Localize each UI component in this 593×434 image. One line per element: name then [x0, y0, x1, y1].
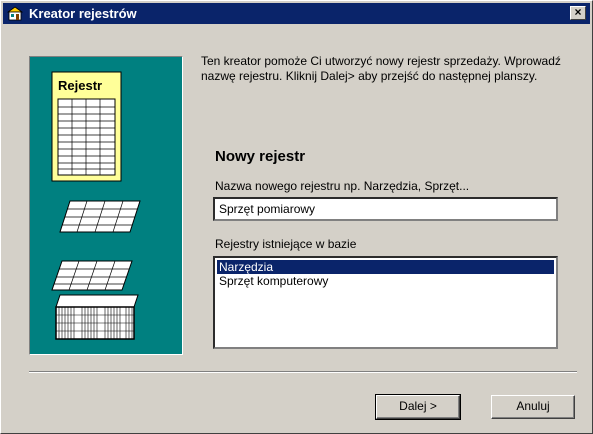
close-icon: ×	[574, 5, 582, 19]
wizard-illustration: Rejestr	[29, 56, 183, 355]
next-button[interactable]: Dalej >	[375, 394, 461, 420]
section-heading: Nowy rejestr	[215, 148, 306, 165]
list-item[interactable]: Narzędzia	[217, 260, 554, 274]
cancel-button[interactable]: Anuluj	[491, 395, 575, 419]
name-label: Nazwa nowego rejestru np. Narzędzia, Spr…	[215, 179, 470, 193]
list-item[interactable]: Sprzęt komputerowy	[217, 274, 554, 288]
intro-text: Ten kreator pomoże Ci utworzyć nowy reje…	[201, 54, 561, 83]
separator	[29, 371, 577, 373]
illustration-label: Rejestr	[58, 78, 102, 93]
window-title: Kreator rejestrów	[29, 6, 137, 21]
app-icon	[7, 6, 23, 21]
register-illustration: Rejestr	[51, 71, 141, 340]
existing-registers-label: Rejestry istniejące w bazie	[215, 237, 357, 251]
title-bar[interactable]: Kreator rejestrów ×	[3, 3, 590, 24]
wizard-window: Kreator rejestrów × Rejestr Ten kreator …	[0, 0, 593, 434]
close-button[interactable]: ×	[570, 6, 586, 20]
existing-registers-list[interactable]: Narzędzia Sprzęt komputerowy	[213, 256, 558, 349]
register-name-input[interactable]: Sprzęt pomiarowy	[213, 197, 558, 221]
